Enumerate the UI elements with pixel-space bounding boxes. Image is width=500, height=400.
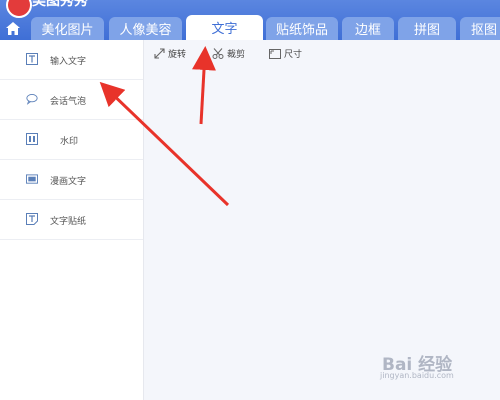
- tab-cutout[interactable]: 抠图: [460, 17, 500, 40]
- tab-portrait[interactable]: 人像美容: [109, 17, 182, 40]
- crop-button[interactable]: 裁剪: [212, 47, 245, 60]
- resize-icon: [269, 48, 281, 59]
- comic-text-icon: [26, 173, 38, 185]
- tab-beautify[interactable]: 美化图片: [31, 17, 104, 40]
- speech-bubble-icon: [26, 93, 38, 105]
- home-button[interactable]: [0, 17, 26, 40]
- sidebar-item-comic-text[interactable]: 漫画文字: [0, 160, 143, 200]
- scissors-icon: [212, 48, 224, 59]
- watermark-url: jingyan.baidu.com: [380, 371, 454, 380]
- sidebar-item-label: 输入文字: [50, 57, 87, 67]
- sidebar-item-speech-bubble[interactable]: 会话气泡: [0, 80, 143, 120]
- sidebar-item-input-text[interactable]: 输入文字: [0, 40, 143, 80]
- tab-stickers[interactable]: 贴纸饰品: [266, 17, 338, 40]
- sidebar-item-label: 会话气泡: [50, 97, 87, 107]
- app-title: 美图秀秀: [32, 0, 88, 9]
- rotate-icon: [154, 48, 165, 59]
- sidebar-item-label: 漫画文字: [50, 177, 87, 187]
- tab-collage[interactable]: 拼图: [398, 17, 456, 40]
- crop-label: 裁剪: [227, 50, 246, 60]
- sidebar-item-text-sticker[interactable]: 文字贴纸: [0, 200, 143, 240]
- edit-toolbar: 旋转 裁剪 尺寸: [143, 40, 500, 66]
- sidebar: 输入文字 会话气泡 水印 漫画文字 文字贴纸: [0, 40, 144, 400]
- size-button[interactable]: 尺寸: [269, 47, 302, 60]
- sidebar-item-watermark[interactable]: 水印: [0, 120, 143, 160]
- sidebar-item-label: 水印: [60, 137, 79, 147]
- tab-frames[interactable]: 边框: [342, 17, 394, 40]
- watermark-icon: [26, 133, 38, 145]
- sidebar-item-label: 文字贴纸: [50, 217, 87, 227]
- text-sticker-icon: [26, 213, 38, 225]
- size-label: 尺寸: [284, 50, 303, 60]
- home-icon: [6, 22, 20, 35]
- text-input-icon: [26, 53, 38, 65]
- top-bar: 美图秀秀 美化图片 人像美容 文字 贴纸饰品 边框 拼图 抠图: [0, 0, 500, 40]
- app-logo: [6, 0, 32, 18]
- tab-text[interactable]: 文字: [186, 15, 263, 40]
- rotate-label: 旋转: [168, 50, 187, 60]
- rotate-button[interactable]: 旋转: [154, 47, 186, 60]
